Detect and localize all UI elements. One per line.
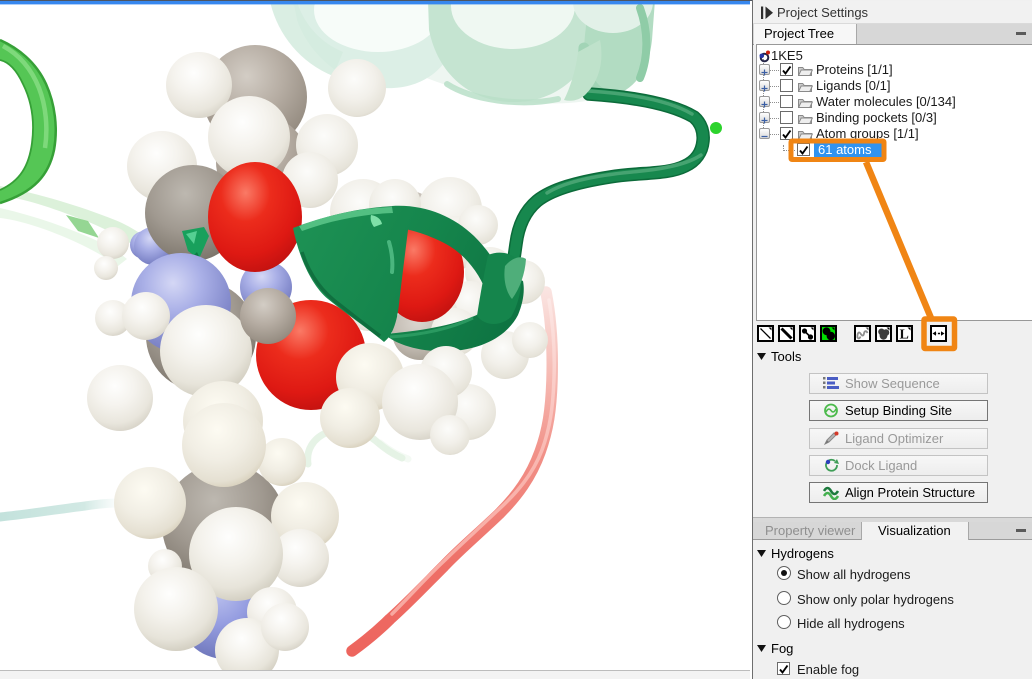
svg-text:L: L bbox=[900, 328, 909, 341]
